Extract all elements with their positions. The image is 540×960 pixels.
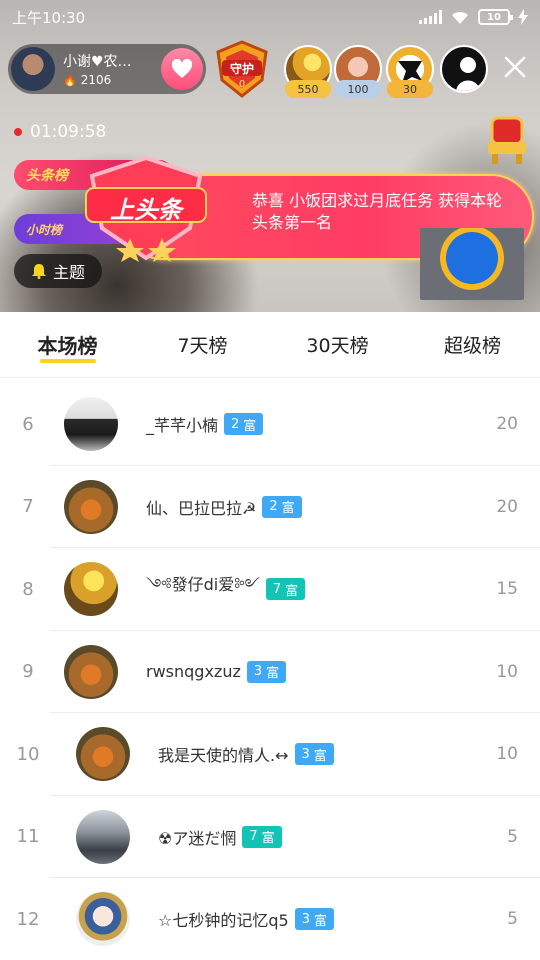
user-name: ༺發仔di爱༻: [146, 574, 260, 594]
wealth-level-badge: 3富: [246, 660, 287, 683]
tab-30-days[interactable]: 30天榜: [270, 312, 405, 377]
contribution-score: 10: [496, 661, 518, 682]
wealth-level-badge: 7富: [242, 825, 282, 848]
host-avatar[interactable]: [11, 47, 55, 91]
ranking-list: 6 _芊芊小楠 2 富 20 7 仙、巴拉巴拉☭ 2 富 20 8 ༺發仔di爱༻ 7 富 …: [0, 383, 540, 960]
battery-icon: 10: [478, 9, 513, 25]
viewer-silhouette-icon: [456, 57, 480, 91]
wealth-tag: 富: [285, 583, 299, 599]
throne-icon[interactable]: [484, 114, 530, 166]
contribution-score: 15: [496, 579, 518, 599]
wealth-level-badge: 3富: [294, 908, 334, 930]
wealth-level-badge: 3富: [294, 743, 334, 765]
ranking-tabs: 本场榜 7天榜 30天榜 超级榜: [0, 312, 540, 378]
rank-number: 9: [22, 661, 34, 682]
recording-dot-icon: [14, 128, 22, 136]
viewer-contribution-badge: 100: [335, 80, 381, 98]
rank-number: 10: [16, 743, 40, 765]
avatar[interactable]: [64, 397, 118, 451]
guard-count: 0: [238, 79, 246, 90]
rank-number: 11: [16, 826, 40, 847]
topic-label: 主题: [52, 263, 85, 282]
avatar[interactable]: [76, 809, 130, 864]
rank-number: 6: [22, 413, 34, 435]
host-fans-count: 2106: [80, 73, 112, 87]
rank-number: 7: [22, 496, 34, 517]
bell-icon: [31, 264, 46, 279]
viewer-contribution-badge: 30: [387, 80, 433, 98]
rank-number: 8: [22, 578, 34, 600]
wealth-level: 2: [269, 499, 278, 514]
user-name: 我是天使的情人.↔: [158, 746, 289, 765]
contribution-score: 20: [496, 496, 518, 517]
status-bar: 上午10:30 10: [0, 0, 540, 34]
pk-icon: [440, 226, 504, 290]
tab-7-days[interactable]: 7天榜: [135, 312, 270, 377]
heart-icon: [171, 59, 193, 78]
wealth-tag: 富: [266, 666, 280, 681]
wealth-tag: 富: [313, 913, 327, 929]
wealth-level: 3: [253, 664, 263, 679]
live-duration: 01:09:58: [30, 122, 107, 142]
signal-icon: [419, 10, 442, 24]
battery-level: 10: [487, 11, 501, 23]
wealth-tag: 富: [243, 418, 257, 434]
charging-icon: [518, 9, 528, 25]
wealth-level: 2: [231, 416, 240, 432]
contribution-score: 20: [496, 414, 518, 434]
wealth-level-badge: 2富: [224, 413, 264, 435]
host-name: 小谢♥农…: [63, 54, 132, 70]
wealth-level-badge: 7富: [265, 578, 306, 600]
guard-label: 守护: [229, 62, 254, 76]
wifi-icon: [452, 11, 468, 24]
avatar[interactable]: [76, 727, 130, 781]
live-video-area[interactable]: 上午10:30 10 小谢♥农… 🔥 2106 守护 0 550 100 30 …: [0, 0, 540, 312]
list-item[interactable]: 8 ༺發仔di爱༻ 7 富 15: [22, 548, 540, 631]
rank-number: 12: [16, 908, 40, 930]
wealth-level-badge: 2富: [262, 495, 302, 518]
wealth-tag: 富: [261, 831, 275, 846]
avatar[interactable]: [64, 479, 118, 534]
avatar[interactable]: [64, 644, 118, 699]
user-name: 仙、巴拉巴拉☭: [146, 498, 257, 518]
list-item[interactable]: 9 rwsnqgxzuz 3 富 10: [22, 631, 540, 713]
list-item[interactable]: 11 ☢ア迷だ惘 7 富 5: [17, 796, 540, 878]
follow-heart-button[interactable]: [161, 48, 203, 90]
list-item[interactable]: 12 ☆七秒钟的记忆q5 3 富 5: [17, 878, 540, 960]
wealth-level: 7: [272, 581, 282, 597]
user-name: ☢ア迷だ惘: [158, 828, 237, 848]
wealth-level: 7: [249, 829, 258, 844]
headline-rank-label: 头条榜: [26, 168, 68, 184]
contribution-score: 5: [507, 909, 518, 929]
contribution-score: 5: [507, 826, 518, 847]
wealth-level: 3: [301, 911, 310, 927]
list-item[interactable]: 10 我是天使的情人.↔ 3 富 10: [17, 713, 540, 796]
user-name: _芊芊小楠: [146, 416, 219, 435]
headline-badge: 上头条: [82, 154, 210, 264]
live-timer: 01:09:58: [14, 122, 106, 142]
list-item[interactable]: 6 _芊芊小楠 2 富 20: [22, 383, 540, 466]
contribution-score: 10: [496, 744, 518, 764]
wealth-tag: 富: [281, 501, 295, 516]
topic-button[interactable]: 主题: [14, 254, 102, 288]
close-icon[interactable]: [502, 54, 528, 80]
wealth-level: 3: [301, 746, 310, 762]
user-name: rwsnqgxzuz: [146, 662, 241, 681]
list-item[interactable]: 7 仙、巴拉巴拉☭ 2 富 20: [22, 466, 540, 548]
banner-title: 上头条: [110, 196, 182, 224]
avatar[interactable]: [76, 892, 130, 946]
status-time: 上午10:30: [12, 8, 86, 27]
wealth-tag: 富: [313, 748, 327, 764]
tab-current-session[interactable]: 本场榜: [0, 312, 135, 377]
pk-entry-button[interactable]: [420, 226, 524, 300]
guard-badge[interactable]: 守护 0: [214, 40, 270, 98]
hourly-rank-label: 小时榜: [26, 222, 63, 237]
host-card[interactable]: 小谢♥农… 🔥 2106: [8, 44, 206, 94]
tab-super[interactable]: 超级榜: [405, 312, 540, 377]
avatar[interactable]: [64, 562, 118, 616]
viewer-contribution-badge: 550: [285, 80, 331, 98]
flame-icon: 🔥: [63, 73, 77, 87]
viewer-avatar[interactable]: [440, 45, 488, 93]
user-name: ☆七秒钟的记忆q5: [158, 911, 289, 930]
